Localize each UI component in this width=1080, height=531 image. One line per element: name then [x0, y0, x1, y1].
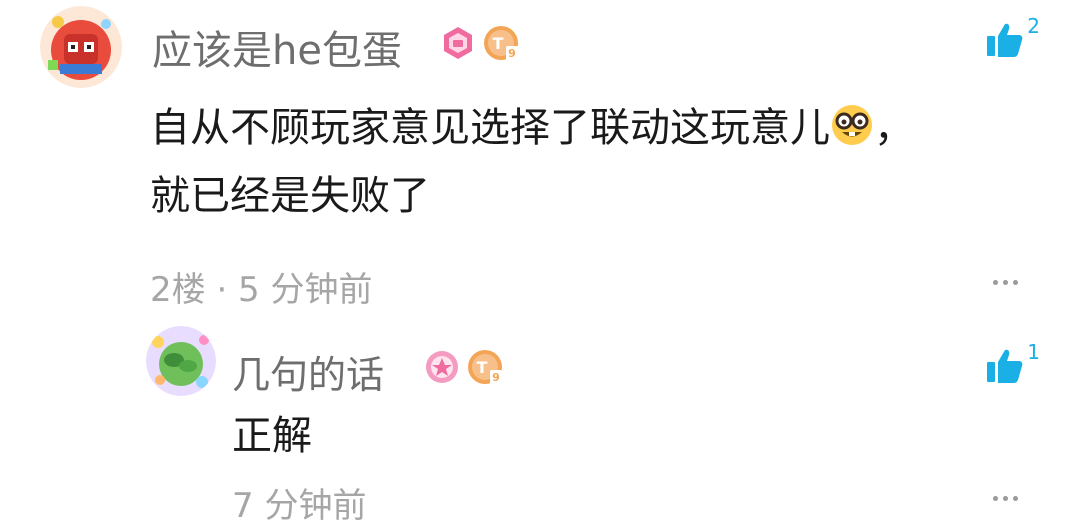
reply-content: 正解 — [232, 413, 312, 459]
dot — [1013, 280, 1018, 285]
thumbs-up-icon — [987, 23, 1023, 57]
like-button[interactable]: 1 — [985, 340, 1040, 386]
avatar[interactable] — [146, 326, 216, 396]
level-badge-icon: T 9 — [482, 24, 520, 62]
level-letter: T — [493, 34, 504, 53]
comment-item: 应该是he包蛋 T 9 2 自从不顾玩家意见选择了联动这玩意儿 ， 就已经是失败… — [0, 0, 1080, 320]
avatar[interactable] — [40, 6, 122, 88]
reply-meta: 7 分钟前 — [232, 486, 367, 526]
username[interactable]: 应该是he包蛋 — [152, 18, 402, 76]
like-count: 1 — [1027, 340, 1040, 364]
nerd-face-emoji-icon — [832, 105, 872, 145]
more-options-icon[interactable] — [993, 496, 1018, 501]
comment-text-line1: 自从不顾玩家意见选择了联动这玩意儿 — [150, 105, 830, 151]
dot — [1003, 280, 1008, 285]
comment-meta: 2楼 · 5 分钟前 — [150, 270, 373, 310]
dot — [1013, 496, 1018, 501]
level-number: 9 — [508, 47, 516, 60]
comment-text-line2: 就已经是失败了 — [150, 173, 430, 219]
certification-badge-icon — [444, 27, 472, 59]
level-badge-icon: T 9 — [466, 348, 504, 386]
level-number: 9 — [492, 371, 500, 384]
level-letter: T — [477, 358, 488, 377]
like-button[interactable]: 2 — [985, 14, 1040, 60]
more-options-icon[interactable] — [993, 280, 1018, 285]
dot — [993, 280, 998, 285]
comment-content: 自从不顾玩家意见选择了联动这玩意儿 ， 就已经是失败了 — [150, 94, 1030, 230]
comment-text-tail: ， — [874, 105, 914, 151]
reply-item: 几句的话 T 9 1 正解 7 分钟前 — [0, 320, 1080, 531]
dot — [993, 496, 998, 501]
certification-badge-icon — [426, 351, 458, 383]
user-badges: T 9 — [440, 24, 520, 62]
thumbs-up-icon — [987, 349, 1023, 383]
dot — [1003, 496, 1008, 501]
user-badges: T 9 — [424, 348, 504, 386]
like-count: 2 — [1027, 14, 1040, 38]
username[interactable]: 几句的话 — [232, 344, 384, 399]
